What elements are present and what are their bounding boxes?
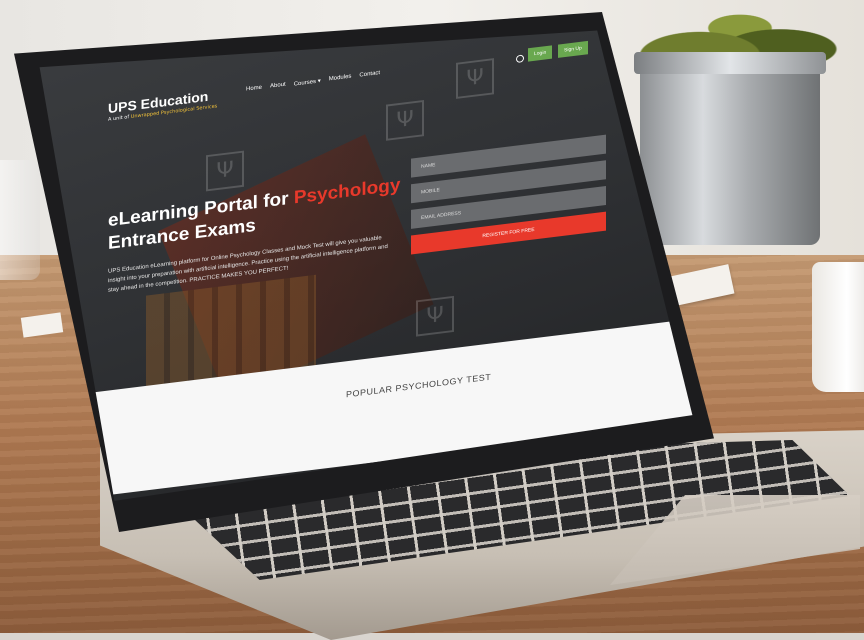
nav-item-about[interactable]: About <box>270 82 286 91</box>
plant-pot <box>634 52 826 245</box>
registration-form: NAME MOBILE EMAIL ADDRESS REGISTER FOR F… <box>411 134 606 255</box>
nav-item-contact[interactable]: Contact <box>359 70 380 79</box>
main-nav: Home About Courses ▾ Modules Contact <box>246 70 380 93</box>
nav-item-modules[interactable]: Modules <box>329 74 352 83</box>
psi-icon: Ψ <box>386 99 424 141</box>
nav-item-courses[interactable]: Courses ▾ <box>294 78 321 87</box>
login-button[interactable]: Login <box>528 45 553 62</box>
glass-jar <box>0 160 40 280</box>
nav-item-home[interactable]: Home <box>246 85 262 94</box>
search-icon[interactable] <box>516 54 524 64</box>
website: Ψ Ψ Ψ Ψ UPS Education A unit of Unwrappe… <box>86 30 693 498</box>
logo-subtitle-prefix: A unit of <box>108 114 130 123</box>
psi-icon: Ψ <box>456 58 494 99</box>
psi-icon: Ψ <box>416 295 454 337</box>
signup-button[interactable]: Sign Up <box>558 40 588 58</box>
site-logo[interactable]: UPS Education A unit of Unwrapped Psycho… <box>108 87 217 122</box>
coffee-cup <box>812 262 864 392</box>
psi-icon: Ψ <box>206 150 244 192</box>
